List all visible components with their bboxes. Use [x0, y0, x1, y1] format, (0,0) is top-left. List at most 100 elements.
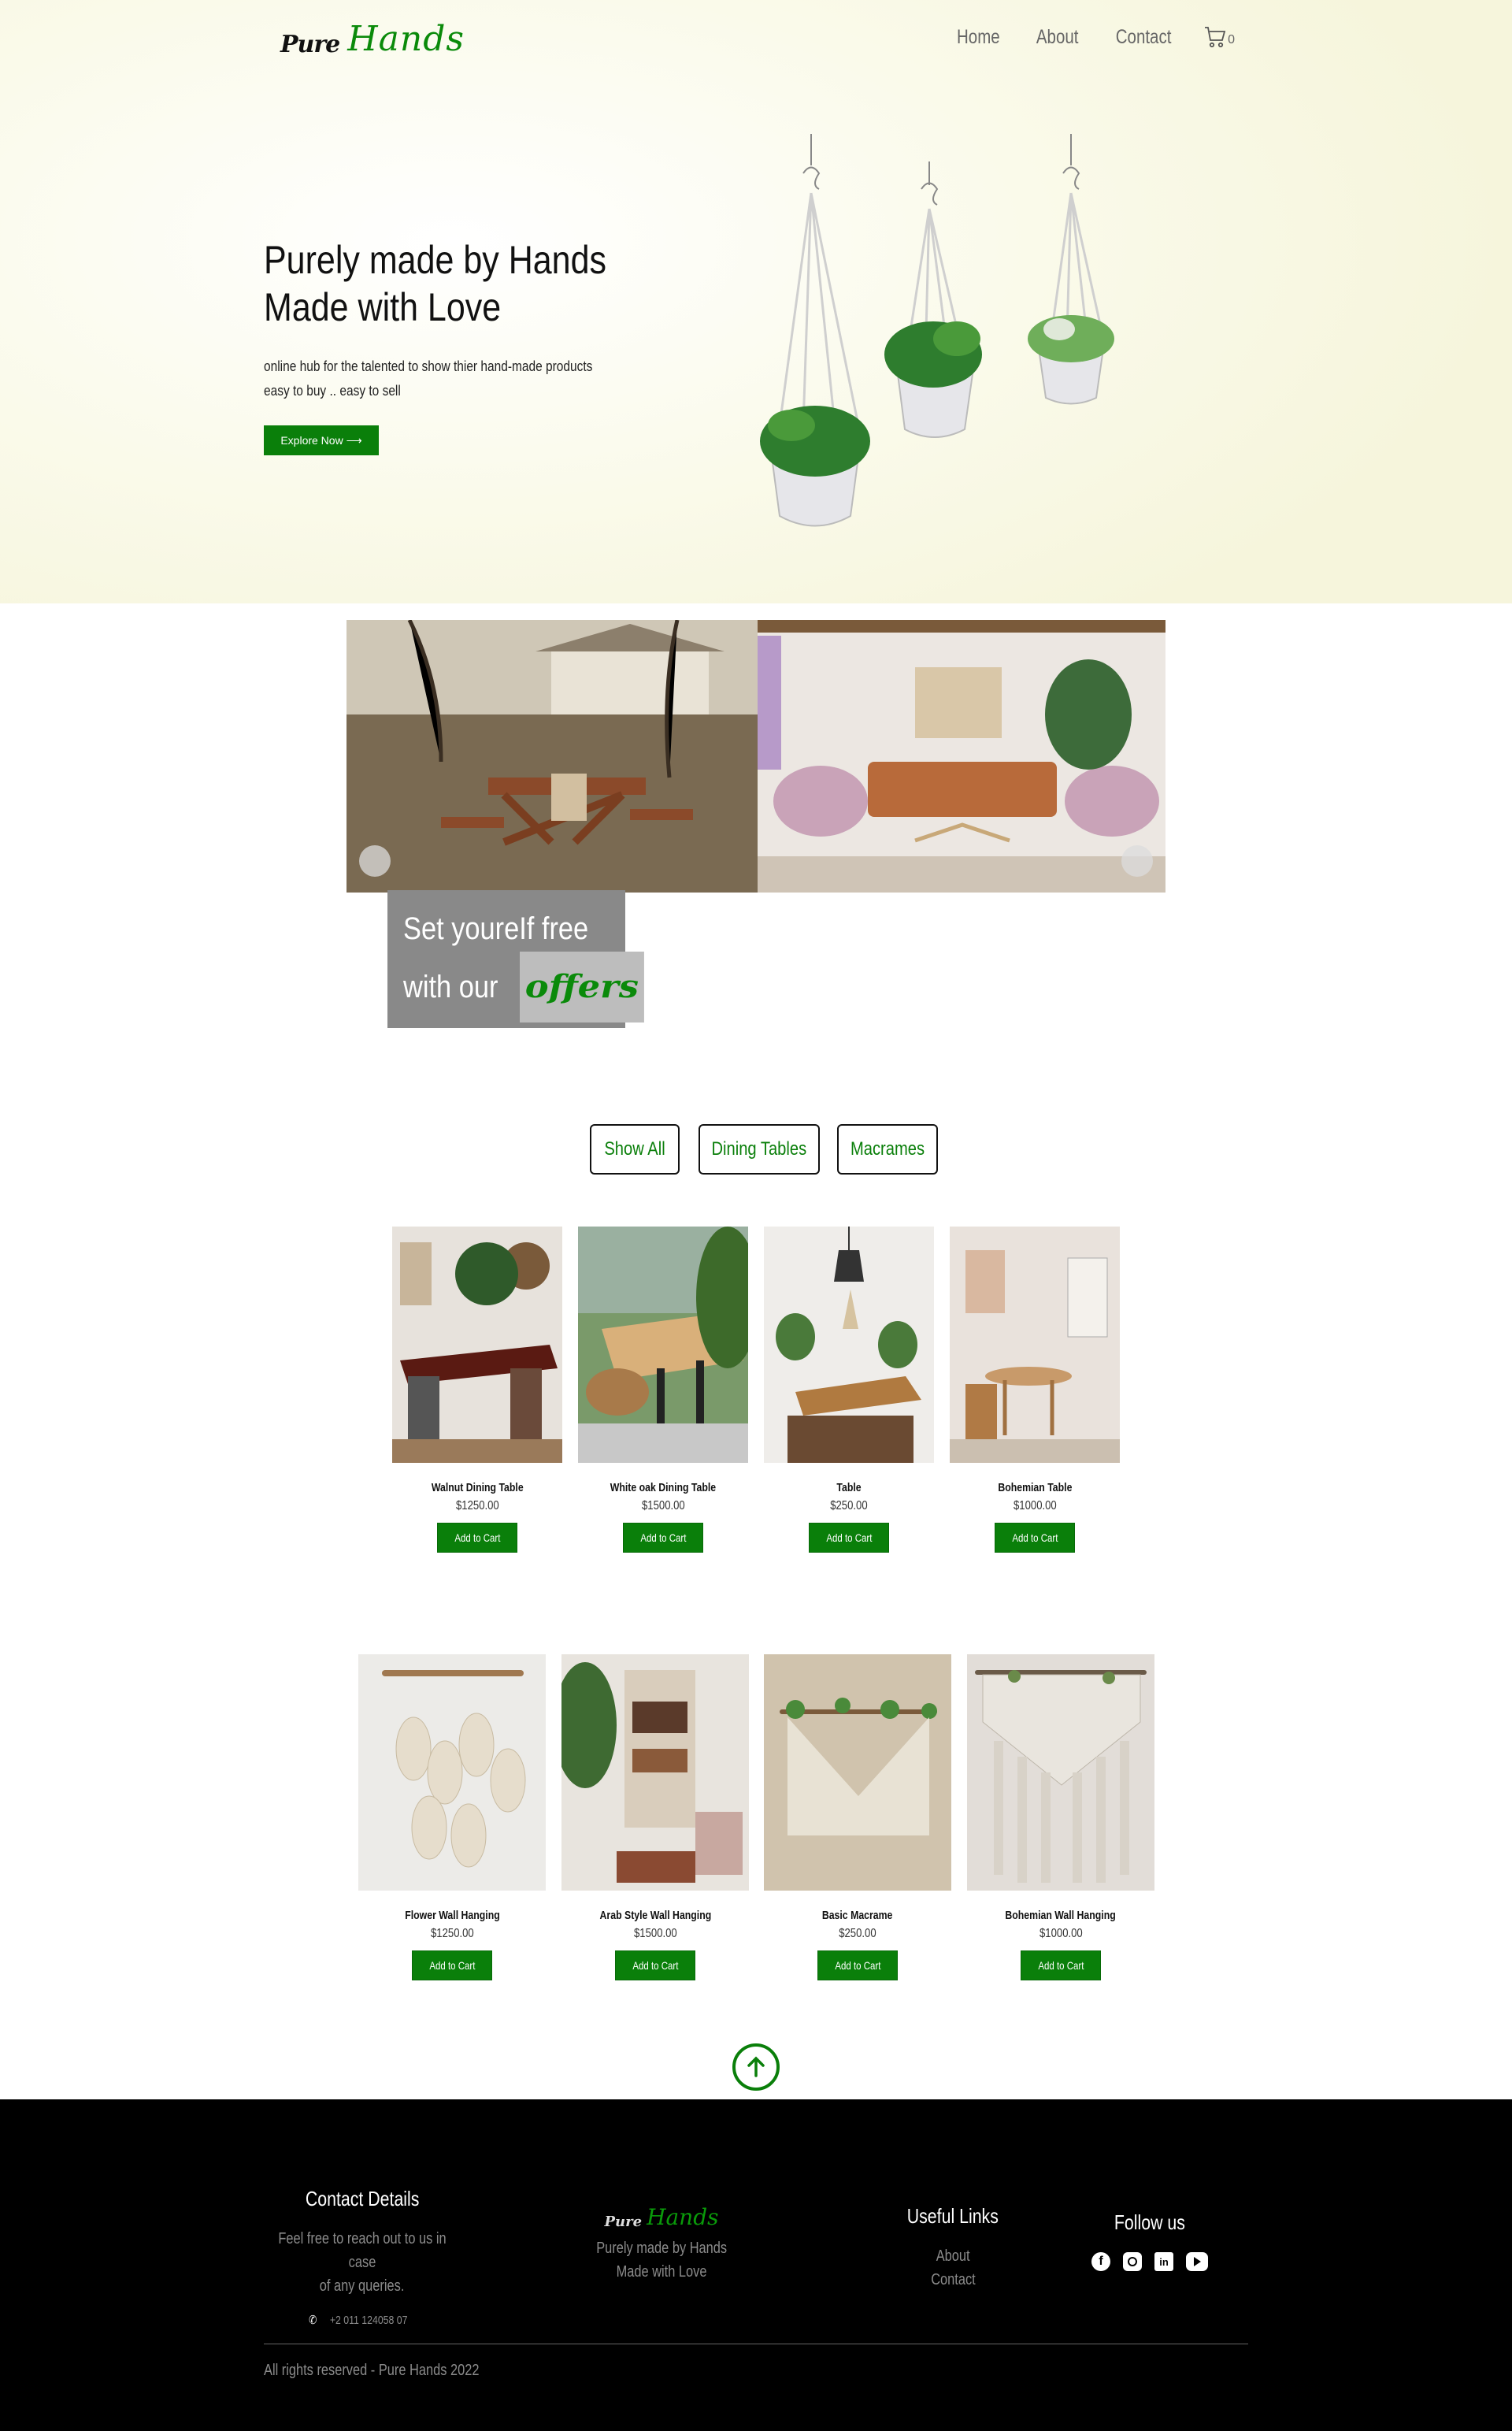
- product-card: Walnut Dining Table $1250.00 Add to Cart: [392, 1227, 562, 1553]
- footer-links-title: Useful Links: [906, 2204, 999, 2228]
- product-card: Table $250.00 Add to Cart: [764, 1227, 934, 1553]
- footer-phone[interactable]: +2 011 124058 07: [330, 2309, 408, 2333]
- scroll-to-top-button[interactable]: [732, 2043, 780, 2091]
- footer-links: Useful Links About Contact: [874, 2204, 1032, 2292]
- cart-icon: [1205, 27, 1226, 48]
- hero-title: Purely made by Hands Made with Love: [264, 236, 815, 331]
- footer-contact: Contact Details Feel free to reach out t…: [252, 2187, 472, 2333]
- product-price: $1000.00: [1039, 1927, 1083, 1940]
- site-logo[interactable]: Pure Hands: [280, 11, 465, 59]
- product-image-white-oak-table: [578, 1227, 759, 1463]
- cart-button[interactable]: 0: [1204, 25, 1235, 49]
- add-to-cart-button[interactable]: Add to Cart: [817, 1950, 898, 1980]
- product-name: Bohemian Wall Hanging: [1005, 1909, 1117, 1922]
- product-image-table: [764, 1227, 934, 1463]
- offer-line2: with our: [403, 970, 498, 1004]
- product-price: $1250.00: [430, 1927, 474, 1940]
- offer-highlight: offers: [520, 952, 644, 1023]
- slide-living-room: [758, 620, 1166, 893]
- add-to-cart-button[interactable]: Add to Cart: [1021, 1950, 1101, 1980]
- hero-title-line2: Made with Love: [264, 285, 502, 329]
- footer-follow: Follow us f in: [1087, 2210, 1213, 2271]
- nav-home[interactable]: Home: [957, 26, 1000, 49]
- nav-about[interactable]: About: [1036, 26, 1078, 49]
- product-name: Bohemian Table: [997, 1481, 1073, 1494]
- hanging-plants-image: [760, 134, 1114, 527]
- add-to-cart-button[interactable]: Add to Cart: [623, 1523, 703, 1553]
- filter-dining-tables-label: Dining Tables: [711, 1138, 807, 1160]
- linkedin-icon[interactable]: in: [1154, 2252, 1173, 2271]
- hero-sub-line2: easy to buy .. easy to sell: [264, 383, 401, 399]
- product-image-bohemian-wall-hanging: [967, 1654, 1154, 1891]
- add-to-cart-button[interactable]: Add to Cart: [437, 1523, 517, 1553]
- product-name: Walnut Dining Table: [431, 1481, 524, 1494]
- footer-logo[interactable]: Pure Hands: [567, 2204, 756, 2230]
- footer-follow-title: Follow us: [1114, 2210, 1186, 2234]
- hero-title-line1: Purely made by Hands: [264, 238, 606, 282]
- arrow-up-icon: [747, 2056, 765, 2077]
- footer-tagline2: Made with Love: [616, 2263, 707, 2281]
- logo-pure: Pure: [280, 31, 340, 58]
- filter-show-all-label: Show All: [604, 1138, 665, 1160]
- hero-sub-line1: online hub for the talented to show thie…: [264, 358, 593, 374]
- product-name: Flower Wall Hanging: [404, 1909, 500, 1922]
- add-to-cart-button[interactable]: Add to Cart: [809, 1523, 889, 1553]
- hero-section: Pure Hands Home About Contact 0 Purely m…: [0, 0, 1512, 603]
- footer-logo-hands: Hands: [647, 2204, 719, 2230]
- product-image-bohemian-table: [950, 1227, 1120, 1463]
- filter-show-all[interactable]: Show All: [590, 1124, 680, 1175]
- footer-contact-title: Contact Details: [305, 2187, 420, 2210]
- footer-brand: Pure Hands Purely made by Hands Made wit…: [567, 2204, 756, 2284]
- image-carousel: [346, 620, 1166, 893]
- filter-macrames-label: Macrames: [850, 1138, 925, 1160]
- nav-contact[interactable]: Contact: [1116, 26, 1172, 49]
- add-to-cart-button[interactable]: Add to Cart: [995, 1523, 1075, 1553]
- product-card: Bohemian Table $1000.00 Add to Cart: [950, 1227, 1120, 1553]
- product-image-arab-wall-hanging: [554, 1654, 749, 1891]
- slide-outdoor-table: [346, 620, 758, 893]
- logo-hands: Hands: [347, 19, 465, 59]
- product-price: $250.00: [830, 1499, 868, 1512]
- add-to-cart-button[interactable]: Add to Cart: [615, 1950, 695, 1980]
- add-to-cart-button[interactable]: Add to Cart: [412, 1950, 492, 1980]
- footer-link-about[interactable]: About: [936, 2244, 970, 2268]
- product-image-flower-wall-hanging: [358, 1654, 546, 1891]
- product-name: Table: [836, 1481, 862, 1494]
- product-image-walnut-table: [392, 1227, 562, 1463]
- filter-macrames[interactable]: Macrames: [837, 1124, 938, 1175]
- cart-count: 0: [1228, 33, 1235, 46]
- footer-contact-text1: Feel free to reach out to us in case: [278, 2230, 447, 2271]
- product-card: Basic Macrame $250.00 Add to Cart: [764, 1654, 951, 1980]
- product-card: White oak Dining Table $1500.00 Add to C…: [578, 1227, 759, 1553]
- product-price: $1500.00: [641, 1499, 685, 1512]
- footer-link-contact[interactable]: Contact: [931, 2268, 976, 2292]
- product-card: Arab Style Wall Hanging $1500.00 Add to …: [554, 1654, 749, 1980]
- carousel-next-button[interactable]: [1121, 845, 1153, 877]
- product-name: Basic Macrame: [822, 1909, 893, 1922]
- carousel-prev-button[interactable]: [359, 845, 391, 877]
- hero-subtitle: online hub for the talented to show thie…: [264, 354, 736, 403]
- phone-icon: ✆: [309, 2314, 317, 2327]
- instagram-icon[interactable]: [1123, 2252, 1142, 2271]
- product-price: $1500.00: [633, 1927, 677, 1940]
- footer-logo-pure: Pure: [604, 2214, 643, 2230]
- copyright-text: All rights reserved - Pure Hands 2022: [264, 2362, 480, 2379]
- product-image-basic-macrame: [764, 1654, 951, 1891]
- main-nav: Home About Contact 0: [952, 25, 1235, 49]
- offer-banner: Set youreIf free with our offers: [387, 890, 644, 1028]
- product-card: Flower Wall Hanging $1250.00 Add to Cart: [358, 1654, 546, 1980]
- offer-line1: Set youreIf free: [403, 911, 589, 946]
- youtube-icon[interactable]: [1186, 2252, 1208, 2271]
- product-card: Bohemian Wall Hanging $1000.00 Add to Ca…: [967, 1654, 1154, 1980]
- facebook-icon[interactable]: f: [1091, 2252, 1110, 2271]
- footer-tagline1: Purely made by Hands: [596, 2240, 727, 2257]
- product-name: White oak Dining Table: [610, 1481, 717, 1494]
- site-footer: [0, 2099, 1512, 2431]
- product-price: $1250.00: [455, 1499, 499, 1512]
- footer-contact-text2: of any queries.: [320, 2277, 405, 2295]
- product-price: $1000.00: [1013, 1499, 1057, 1512]
- product-price: $250.00: [839, 1927, 876, 1940]
- explore-now-button[interactable]: Explore Now ⟶: [264, 425, 379, 455]
- filter-dining-tables[interactable]: Dining Tables: [699, 1124, 820, 1175]
- product-name: Arab Style Wall Hanging: [599, 1909, 711, 1922]
